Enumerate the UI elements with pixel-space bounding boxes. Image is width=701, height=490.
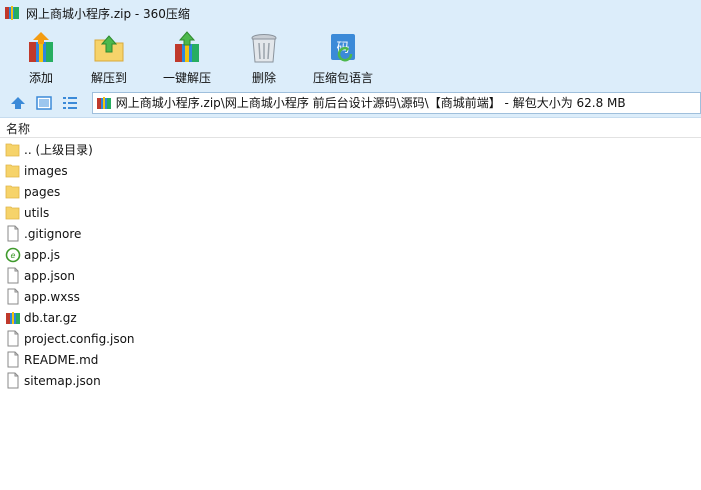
navigation-bar: 网上商城小程序.zip\网上商城小程序 前后台设计源码\源码\【商城前端】 - … <box>0 88 701 118</box>
file-row[interactable]: e app.js <box>0 244 701 265</box>
file-name: sitemap.json <box>24 373 101 388</box>
file-name: db.tar.gz <box>24 310 77 325</box>
file-row[interactable]: app.wxss <box>0 286 701 307</box>
up-level-button[interactable] <box>8 93 28 113</box>
archive-app-icon <box>5 6 19 20</box>
file-name: .. (上级目录) <box>24 143 93 157</box>
extract-to-button[interactable]: 解压到 <box>72 26 146 88</box>
file-name: app.js <box>24 247 60 262</box>
archive-file-icon <box>6 312 20 324</box>
file-list: .. (上级目录) images pages utils .gitignore … <box>0 139 701 391</box>
list-view-button[interactable] <box>60 93 80 113</box>
add-label: 添加 <box>28 71 53 85</box>
folder-row[interactable]: images <box>0 160 701 181</box>
archive-language-icon: 码 <box>331 34 355 62</box>
thumbnail-view-icon <box>36 95 52 110</box>
add-button[interactable]: 添加 <box>10 26 72 88</box>
toolbar: 添加 解压到 一键解压 删除 码 压缩包语言 <box>0 26 701 88</box>
folder-row[interactable]: utils <box>0 202 701 223</box>
file-name: README.md <box>24 352 99 367</box>
delete-button[interactable]: 删除 <box>228 26 300 88</box>
one-click-extract-label: 一键解压 <box>162 71 211 85</box>
archive-icon <box>96 96 111 109</box>
extract-to-label: 解压到 <box>90 71 127 85</box>
folder-icon <box>5 164 20 178</box>
one-click-extract-button[interactable]: 一键解压 <box>146 26 228 88</box>
file-row[interactable]: db.tar.gz <box>0 307 701 328</box>
folder-row[interactable]: pages <box>0 181 701 202</box>
file-row[interactable]: app.json <box>0 265 701 286</box>
archive-language-button[interactable]: 码 压缩包语言 <box>300 26 386 88</box>
folder-icon <box>5 143 20 157</box>
path-text: 网上商城小程序.zip\网上商城小程序 前后台设计源码\源码\【商城前端】 - … <box>115 96 626 110</box>
window-title: 网上商城小程序.zip - 360压缩 <box>26 6 190 21</box>
folder-row[interactable]: .. (上级目录) <box>0 139 701 160</box>
file-name: app.json <box>24 268 75 283</box>
folder-icon <box>5 185 20 199</box>
file-name: .gitignore <box>24 226 82 241</box>
file-icon <box>7 372 19 389</box>
file-icon <box>7 267 19 284</box>
file-icon <box>7 330 19 347</box>
file-icon <box>7 288 19 305</box>
file-row[interactable]: sitemap.json <box>0 370 701 391</box>
folder-icon <box>5 206 20 220</box>
file-row[interactable]: .gitignore <box>0 223 701 244</box>
file-name: app.wxss <box>24 289 80 304</box>
file-icon <box>7 225 19 242</box>
file-icon <box>7 351 19 368</box>
file-name: project.config.json <box>24 331 135 346</box>
list-view-icon <box>62 96 77 109</box>
column-header-name[interactable]: 名称 <box>0 119 701 138</box>
title-bar: 网上商城小程序.zip - 360压缩 <box>0 0 701 26</box>
file-name: utils <box>24 205 50 220</box>
svg-text:e: e <box>11 251 16 260</box>
thumbnail-view-button[interactable] <box>34 93 54 113</box>
path-field[interactable]: 网上商城小程序.zip\网上商城小程序 前后台设计源码\源码\【商城前端】 - … <box>91 91 701 114</box>
file-row[interactable]: project.config.json <box>0 328 701 349</box>
delete-trash-icon <box>251 34 277 63</box>
file-name: images <box>24 163 68 178</box>
add-archive-icon <box>29 32 53 62</box>
extract-to-icon <box>94 35 124 62</box>
arrow-up-icon <box>10 96 25 109</box>
archive-language-label: 压缩包语言 <box>312 71 373 85</box>
file-row[interactable]: README.md <box>0 349 701 370</box>
one-click-extract-icon <box>175 31 199 62</box>
delete-label: 删除 <box>251 71 276 85</box>
column-name-label: 名称 <box>6 121 31 136</box>
javascript-file-icon: e <box>5 247 21 263</box>
file-name: pages <box>24 184 61 199</box>
